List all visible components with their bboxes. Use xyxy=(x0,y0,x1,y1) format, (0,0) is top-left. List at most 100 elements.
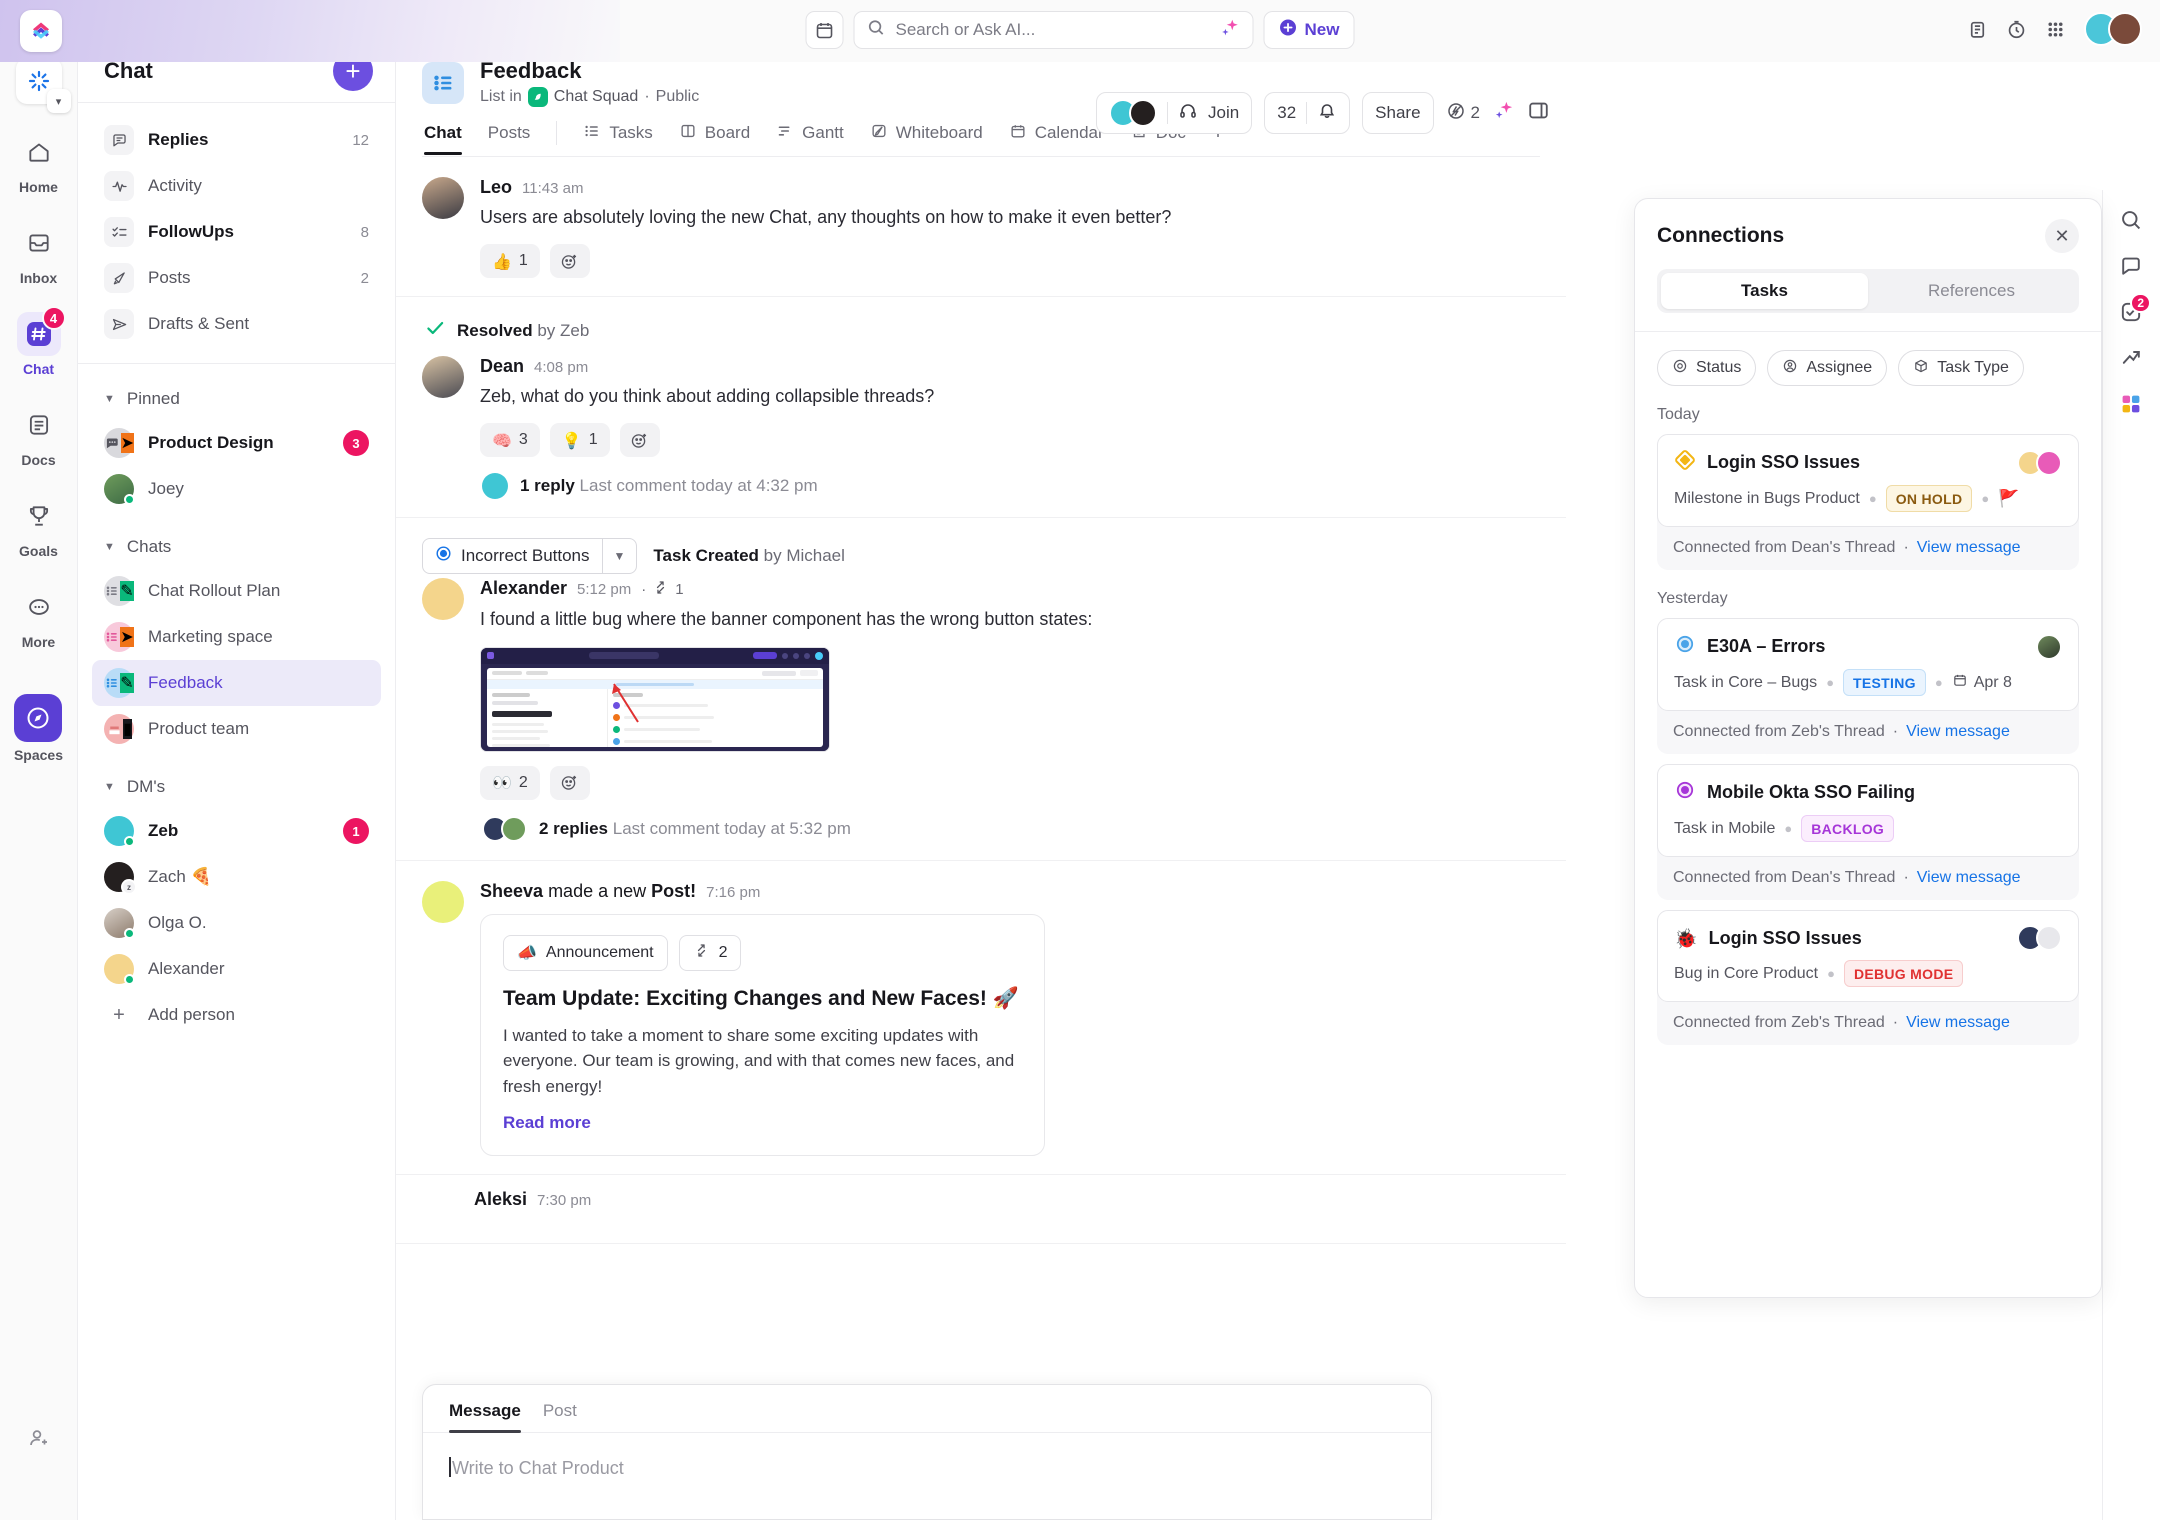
apps-grid-icon[interactable] xyxy=(2045,19,2066,40)
post-link-count-chip[interactable]: 2 xyxy=(678,934,742,971)
sheeva-avatar[interactable] xyxy=(422,880,464,923)
reaction-chip[interactable]: 💡 1 xyxy=(549,423,610,458)
sidebar-item-posts[interactable]: Posts 2 xyxy=(92,255,381,301)
reaction-chip[interactable]: 🧠 3 xyxy=(480,423,540,458)
task-chip[interactable]: Incorrect Buttons ▼ xyxy=(422,538,638,575)
right-panel-icon[interactable] xyxy=(1527,99,1550,127)
chevron-down-icon[interactable]: ▾ xyxy=(46,89,71,113)
check-circle-icon[interactable]: 2 xyxy=(2119,293,2151,324)
status-badge[interactable]: BACKLOG xyxy=(1801,815,1895,842)
sidebar-section-pinned[interactable]: ▼ Pinned xyxy=(92,378,381,420)
status-badge[interactable]: TESTING xyxy=(1843,669,1926,696)
comment-icon[interactable] xyxy=(2119,254,2143,278)
tab-tasks[interactable]: Tasks xyxy=(1661,273,1868,309)
filter-status[interactable]: Status xyxy=(1657,350,1757,386)
composer-input[interactable]: Write to Chat Product xyxy=(423,1433,1431,1479)
view-message-link[interactable]: View message xyxy=(1917,539,2021,557)
view-message-link[interactable]: View message xyxy=(1906,1014,2010,1032)
sidebar-item-inbox[interactable]: Inbox xyxy=(4,221,74,286)
sidebar-section-chats[interactable]: ▼ Chats xyxy=(92,526,381,568)
topbar-avatars[interactable] xyxy=(2084,12,2142,46)
sidebar-item-marketing-space[interactable]: ➤ Marketing space xyxy=(92,614,381,660)
sidebar-item-home[interactable]: Home xyxy=(4,130,74,195)
timer-icon[interactable] xyxy=(2006,19,2027,40)
leo-avatar[interactable] xyxy=(422,177,464,220)
activity-arrow-icon[interactable] xyxy=(2119,346,2143,370)
sidebar-item-olga[interactable]: Olga O. xyxy=(92,900,381,946)
tab-chat[interactable]: Chat xyxy=(424,123,462,156)
chevron-down-icon[interactable]: ▼ xyxy=(601,539,637,574)
tab-posts[interactable]: Posts xyxy=(488,123,531,154)
aleksi-avatar[interactable] xyxy=(422,1189,458,1225)
share-button[interactable]: Share xyxy=(1362,92,1434,134)
sidebar-item-chat[interactable]: 4 Chat xyxy=(4,306,74,377)
task-card[interactable]: E30A – Errors Task in Core – Bugs ● TEST… xyxy=(1657,618,2079,711)
automations-button[interactable]: 2 xyxy=(1446,101,1480,126)
dean-avatar[interactable] xyxy=(422,356,464,399)
sidebar-item-zeb[interactable]: Zeb 1 xyxy=(92,808,381,854)
task-card[interactable]: Mobile Okta SSO Failing Task in Mobile ●… xyxy=(1657,764,2079,857)
add-reaction-button[interactable] xyxy=(619,423,660,458)
thread-summary[interactable]: 2 replies Last comment today at 5:32 pm xyxy=(480,815,1540,842)
announcement-badge[interactable]: 📣 Announcement xyxy=(503,934,668,971)
sidebar-item-zach[interactable]: z Zach 🍕 xyxy=(92,854,381,900)
sidebar-item-replies[interactable]: Replies 12 xyxy=(92,117,381,163)
sidebar-item-feedback[interactable]: ✎ Feedback xyxy=(92,660,381,706)
new-button[interactable]: New xyxy=(1263,11,1355,49)
tab-gantt[interactable]: Gantt xyxy=(776,122,844,156)
sidebar-item-product-team[interactable]: ▮ Product team xyxy=(92,706,381,752)
sidebar-item-chat-rollout-plan[interactable]: ✎ Chat Rollout Plan xyxy=(92,568,381,614)
sidebar-item-product-design[interactable]: ➤ Product Design 3 xyxy=(92,420,381,466)
message-list[interactable]: Leo 11:43 am Users are absolutely loving… xyxy=(396,157,1566,1520)
tab-whiteboard[interactable]: Whiteboard xyxy=(870,122,983,156)
thread-summary[interactable]: 1 reply Last comment today at 4:32 pm xyxy=(480,473,1540,500)
status-badge[interactable]: ON HOLD xyxy=(1885,485,1973,512)
message-composer[interactable]: Message Post Write to Chat Product xyxy=(422,1384,1432,1520)
view-message-link[interactable]: View message xyxy=(1906,723,2010,741)
tab-references[interactable]: References xyxy=(1868,273,2075,309)
sidebar-item-more[interactable]: More xyxy=(4,585,74,650)
search-input[interactable]: Search or Ask AI... xyxy=(853,11,1254,49)
sidebar-item-alexander[interactable]: Alexander xyxy=(92,946,381,992)
view-message-link[interactable]: View message xyxy=(1917,869,2021,887)
close-icon[interactable]: ✕ xyxy=(2045,219,2079,253)
bell-icon[interactable] xyxy=(1317,101,1337,126)
members-notifications-group[interactable]: 32 xyxy=(1264,92,1351,134)
workspace-loading-icon[interactable]: ▾ xyxy=(15,58,71,113)
status-badge[interactable]: DEBUG MODE xyxy=(1843,960,1964,987)
task-card[interactable]: Login SSO Issues Milestone in Bugs Produ… xyxy=(1657,434,2079,527)
ai-sparkle-icon[interactable] xyxy=(1492,99,1515,127)
reaction-chip[interactable]: 👍 1 xyxy=(480,244,540,279)
sidebar-item-drafts-sent[interactable]: Drafts & Sent xyxy=(92,301,381,347)
sidebar-section-dms[interactable]: ▼ DM's xyxy=(92,766,381,808)
sidebar-item-followups[interactable]: FollowUps 8 xyxy=(92,209,381,255)
sidebar-item-spaces[interactable]: Spaces xyxy=(14,694,63,763)
add-reaction-button[interactable] xyxy=(549,765,590,800)
filter-task-type[interactable]: Task Type xyxy=(1898,350,2024,386)
tab-tasks[interactable]: Tasks xyxy=(583,122,653,156)
alexander-avatar[interactable] xyxy=(422,578,464,621)
add-reaction-button[interactable] xyxy=(549,244,590,279)
filter-assignee[interactable]: Assignee xyxy=(1767,350,1888,386)
add-person-icon[interactable] xyxy=(0,1426,78,1450)
task-card[interactable]: 🐞 Login SSO Issues Bug in Core Product ●… xyxy=(1657,910,2079,1002)
sidebar-item-docs[interactable]: Docs xyxy=(4,403,74,468)
avatar[interactable] xyxy=(2108,12,2142,46)
tab-board[interactable]: Board xyxy=(679,122,750,156)
post-card[interactable]: 📣 Announcement 2 Team Update: Exciting C… xyxy=(480,913,1045,1157)
composer-tab-message[interactable]: Message xyxy=(449,1401,521,1433)
ai-sparkle-icon[interactable] xyxy=(1219,17,1241,44)
reaction-chip[interactable]: 👀 2 xyxy=(480,765,540,800)
clipboard-icon[interactable] xyxy=(1967,19,1988,40)
add-person-button[interactable]: + Add person xyxy=(92,992,381,1038)
tab-calendar[interactable]: Calendar xyxy=(1009,122,1104,156)
sidebar-item-activity[interactable]: Activity xyxy=(92,163,381,209)
sidebar-item-goals[interactable]: Goals xyxy=(4,494,74,559)
apps-icon[interactable] xyxy=(2119,392,2143,416)
search-icon[interactable] xyxy=(2119,208,2143,232)
space-name[interactable]: Chat Squad xyxy=(554,88,639,106)
task-screenshot[interactable] xyxy=(480,646,830,752)
join-call-group[interactable]: Join xyxy=(1096,92,1253,134)
clickup-logo-icon[interactable] xyxy=(20,10,62,52)
composer-tab-post[interactable]: Post xyxy=(543,1401,577,1432)
